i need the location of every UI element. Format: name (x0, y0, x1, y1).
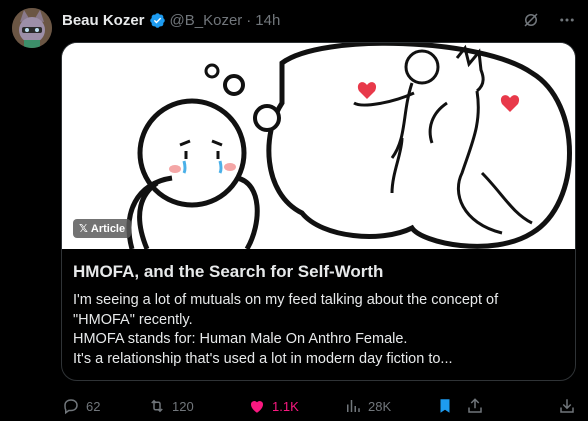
excerpt-line: "HMOFA" recently. (73, 311, 193, 328)
article-title[interactable]: HMOFA, and the Search for Self-Worth (73, 262, 565, 282)
heart-icon (250, 400, 264, 413)
share-icon (468, 398, 482, 413)
like-button[interactable]: 1.1K (248, 396, 299, 416)
post-actions: 62 120 1.1K 28K (62, 396, 576, 416)
view-count: 28K (368, 398, 392, 414)
views-button[interactable]: 28K (344, 396, 391, 416)
author-name[interactable]: Beau Kozer (62, 12, 145, 29)
article-badge-label: Article (90, 222, 126, 235)
article-card[interactable]: 𝕏 Article HMOFA, and the Search for Self… (61, 42, 576, 381)
separator-dot: · (246, 11, 252, 29)
verified-badge-icon (149, 12, 165, 28)
author-handle[interactable]: @B_Kozer (170, 12, 243, 29)
post-header: Beau Kozer @B_Kozer · 14h (62, 10, 576, 30)
article-excerpt: I'm seeing a lot of mutuals on my feed t… (73, 291, 565, 369)
x-logo-icon: 𝕏 (79, 223, 88, 235)
repost-count: 120 (172, 398, 194, 414)
reply-count: 62 (86, 398, 101, 414)
reply-button[interactable]: 62 (62, 396, 100, 416)
download-icon (560, 399, 574, 413)
article-badge: 𝕏 Article (73, 219, 132, 238)
bookmark-button[interactable] (436, 396, 454, 416)
more-options-icon[interactable] (558, 11, 576, 29)
excerpt-line: HMOFA stands for: Human Male On Anthro F… (73, 331, 408, 347)
excerpt-line: I'm seeing a lot of mutuals on my feed t… (73, 292, 499, 308)
views-icon (347, 400, 360, 412)
download-button[interactable] (558, 396, 576, 416)
article-cover-image (62, 43, 575, 251)
grok-icon[interactable] (522, 11, 540, 29)
repost-button[interactable]: 120 (148, 396, 194, 416)
reply-icon (64, 399, 78, 415)
repost-icon (151, 399, 163, 413)
like-count: 1.1K (272, 398, 299, 414)
excerpt-line: It's a relationship that's used a lot in… (73, 350, 453, 367)
post-time[interactable]: 14h (255, 12, 280, 29)
avatar[interactable] (12, 8, 52, 48)
bookmark-icon (440, 399, 450, 413)
share-button[interactable] (466, 396, 484, 416)
